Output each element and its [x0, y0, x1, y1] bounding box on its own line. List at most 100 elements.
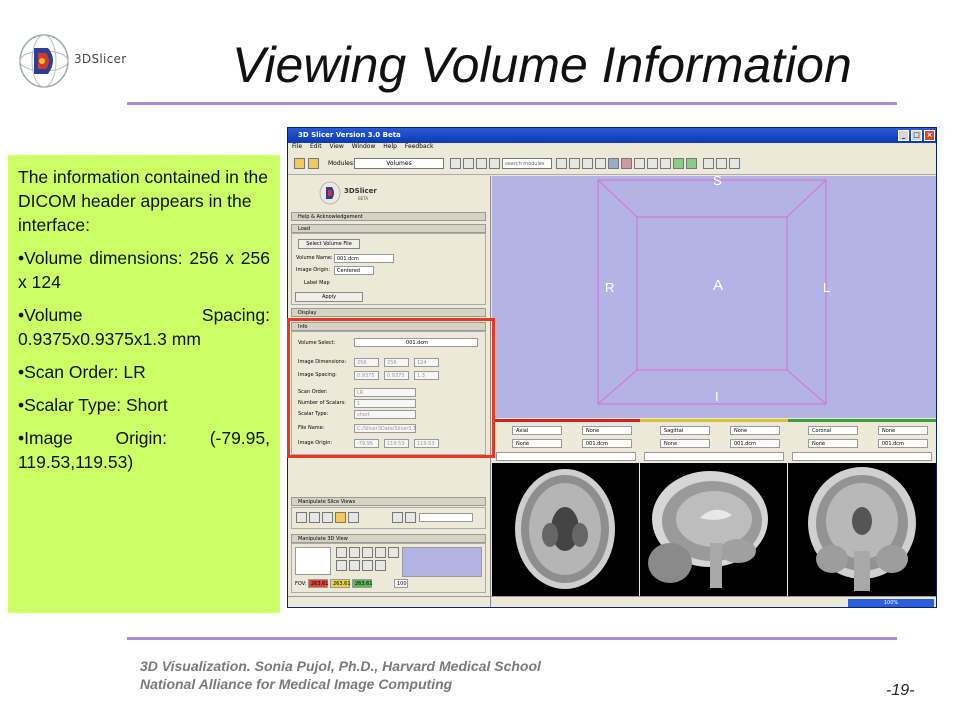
bullet-scan-order: •Scan Order: LR — [18, 362, 146, 382]
axial-background-select[interactable]: None — [512, 439, 562, 448]
redo-icon[interactable] — [686, 158, 697, 169]
search-icon[interactable] — [556, 158, 567, 169]
footer: 3D Visualization. Sonia Pujol, Ph.D., Ha… — [140, 657, 541, 693]
slicer-logo-icon — [19, 34, 69, 88]
bullet-dimensions: •Volume dimensions: 256 x 256 x 124 — [18, 248, 270, 292]
layout-icon-3[interactable] — [595, 158, 606, 169]
sagittal-orientation-select[interactable]: Sagittal — [660, 426, 710, 435]
view-tool-icon-2[interactable] — [349, 547, 360, 558]
view-tool-icon-3[interactable] — [362, 547, 373, 558]
axial-volume-select[interactable]: 001.dcm — [582, 439, 632, 448]
fov-a-field[interactable]: 263.61 — [330, 579, 351, 588]
sagittal-slice-view[interactable] — [640, 463, 787, 596]
window-titlebar: 3D Slicer Version 3.0 Beta _ □ × — [288, 128, 936, 143]
axial-orientation-select[interactable]: Axial — [512, 426, 562, 435]
minimize-button[interactable]: _ — [898, 130, 909, 141]
section-manipulate-3d[interactable]: Manipulate 3D View — [291, 534, 486, 543]
menu-feedback[interactable]: Feedback — [405, 143, 434, 150]
layout-icon-6[interactable] — [634, 158, 645, 169]
info-box: The information contained in the DICOM h… — [8, 155, 280, 613]
view-tool-icon-9[interactable] — [375, 560, 386, 571]
slice-tool-icon-7[interactable] — [405, 512, 416, 523]
layout-icon-4[interactable] — [608, 158, 619, 169]
view-tool-icon-6[interactable] — [336, 560, 347, 571]
apply-button[interactable]: Apply — [295, 292, 363, 302]
save-icon[interactable] — [308, 158, 319, 169]
status-bar: 100% — [288, 596, 936, 607]
modules-select[interactable]: Volumes — [354, 158, 444, 169]
axial-slice-slider[interactable] — [496, 452, 636, 461]
panel-logo-icon — [319, 181, 341, 205]
menu-view[interactable]: View — [330, 143, 344, 150]
slice-slider[interactable] — [419, 513, 473, 522]
menu-edit[interactable]: Edit — [310, 143, 322, 150]
coronal-slice-slider[interactable] — [792, 452, 932, 461]
axial-slice-view[interactable] — [492, 463, 639, 596]
panel-logo-beta: BETA — [358, 196, 369, 201]
back-arrow-icon[interactable] — [450, 158, 461, 169]
sagittal-background-select[interactable]: None — [660, 439, 710, 448]
coronal-slice-view[interactable] — [788, 463, 936, 596]
view-tool-icon-8[interactable] — [362, 560, 373, 571]
sagittal-volume-select[interactable]: 001.dcm — [730, 439, 780, 448]
slice-tool-icon-5[interactable] — [348, 512, 359, 523]
view-orientation-widget[interactable] — [295, 547, 331, 575]
axis-inferior-label: I — [715, 389, 719, 404]
place-icon[interactable] — [729, 158, 740, 169]
volume-name-field[interactable]: 001.dcm — [334, 254, 394, 263]
pick-icon[interactable] — [716, 158, 727, 169]
layout-icon-7[interactable] — [647, 158, 658, 169]
coronal-volume-select[interactable]: 001.dcm — [878, 439, 928, 448]
home-icon[interactable] — [476, 158, 487, 169]
forward-arrow-icon[interactable] — [463, 158, 474, 169]
view-tool-icon-7[interactable] — [349, 560, 360, 571]
slice-tool-icon-2[interactable] — [309, 512, 320, 523]
view-tool-icon-5[interactable] — [388, 547, 399, 558]
section-manipulate-slice[interactable]: Manipulate Slice Views — [291, 497, 486, 506]
slice-tool-icon-1[interactable] — [296, 512, 307, 523]
menu-file[interactable]: File — [292, 143, 302, 150]
coronal-background-select[interactable]: None — [808, 439, 858, 448]
logo-text: 3DSlicer — [74, 52, 127, 66]
maximize-button[interactable]: □ — [911, 130, 922, 141]
undo-icon[interactable] — [673, 158, 684, 169]
coronal-orientation-select[interactable]: Coronal — [808, 426, 858, 435]
data-icon[interactable] — [489, 158, 500, 169]
axial-foreground-select[interactable]: None — [582, 426, 632, 435]
slice-tool-icon-4[interactable] — [335, 512, 346, 523]
bounding-box-graphic — [597, 179, 827, 405]
fov-r-field[interactable]: 263.61 — [308, 579, 329, 588]
slide-title: Viewing Volume Information — [232, 37, 852, 93]
coronal-foreground-select[interactable]: None — [878, 426, 928, 435]
zoom-field[interactable]: 100 — [394, 579, 408, 588]
save-view-icon[interactable] — [703, 158, 714, 169]
slice-tool-icon-6[interactable] — [392, 512, 403, 523]
view-tool-icon-1[interactable] — [336, 547, 347, 558]
close-button[interactable]: × — [924, 130, 935, 141]
search-modules-input[interactable]: search modules — [502, 158, 552, 169]
axis-superior-label: S — [713, 173, 722, 188]
menu-window[interactable]: Window — [352, 143, 376, 150]
layout-icon-5[interactable] — [621, 158, 632, 169]
layout-icon-1[interactable] — [569, 158, 580, 169]
label-map-checkbox[interactable]: Label Map — [304, 280, 330, 286]
fov-s-field[interactable]: 263.61 — [352, 579, 373, 588]
info-panel-highlight — [287, 318, 495, 458]
image-origin-select[interactable]: Centered — [334, 266, 374, 275]
axial-slice-controls: Axial None None 001.dcm — [492, 419, 640, 463]
section-help[interactable]: Help & Acknowledgement — [291, 212, 486, 221]
menu-help[interactable]: Help — [383, 143, 397, 150]
image-origin-label: Image Origin: — [296, 267, 331, 273]
slice-tool-icon-3[interactable] — [322, 512, 333, 523]
select-volume-button[interactable]: Select Volume File — [298, 239, 360, 249]
section-display[interactable]: Display — [291, 308, 486, 317]
open-folder-icon[interactable] — [294, 158, 305, 169]
progress-bar: 100% — [848, 599, 934, 607]
layout-icon-2[interactable] — [582, 158, 593, 169]
sagittal-slice-slider[interactable] — [644, 452, 784, 461]
view-tool-icon-4[interactable] — [375, 547, 386, 558]
3d-view[interactable]: S R L A I — [492, 173, 936, 418]
ruler-icon[interactable] — [660, 158, 671, 169]
section-load[interactable]: Load — [291, 224, 486, 233]
sagittal-foreground-select[interactable]: None — [730, 426, 780, 435]
